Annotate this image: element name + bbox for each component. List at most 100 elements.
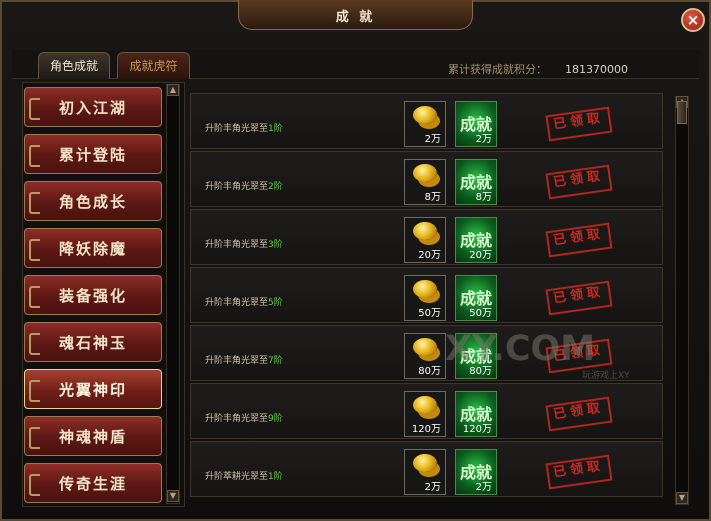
category-label: 神魂神盾 bbox=[58, 428, 127, 446]
achievement-title: 升阶丰角光翠至3阶 bbox=[205, 237, 283, 250]
coin-reward-slot[interactable]: 2万 bbox=[404, 101, 446, 147]
points-label: 累计获得成就积分： bbox=[448, 63, 547, 76]
achievement-reward-amount: 50万 bbox=[469, 308, 492, 319]
coin-reward-slot[interactable]: 50万 bbox=[404, 275, 446, 321]
points-value: 181370000 bbox=[565, 63, 628, 76]
category-button[interactable]: 初入江湖 bbox=[24, 87, 162, 127]
achievement-reward-amount: 2万 bbox=[475, 482, 492, 493]
claimed-stamp: 已领取 bbox=[545, 106, 613, 142]
category-button[interactable]: 传奇生涯 bbox=[24, 463, 162, 503]
window-title: 成 就 bbox=[335, 10, 376, 25]
category-label: 魂石神玉 bbox=[58, 334, 127, 352]
achievement-row: 升阶萃耕光翠至1阶 2万 成就 2万 已领取 bbox=[190, 441, 663, 497]
title-bar: 成 就 bbox=[238, 0, 473, 30]
category-label: 累计登陆 bbox=[58, 146, 127, 164]
category-label: 初入江湖 bbox=[58, 99, 127, 117]
gold-coin-icon bbox=[413, 222, 437, 240]
watermark-subtext: 玩游戏上XY bbox=[582, 371, 630, 381]
achievement-level: 5阶 bbox=[268, 298, 283, 308]
category-button[interactable]: 累计登陆 bbox=[24, 134, 162, 174]
achievement-title-prefix: 升阶丰角光翠至 bbox=[205, 182, 269, 192]
coin-reward-slot[interactable]: 2万 bbox=[404, 449, 446, 495]
coin-reward-amount: 50万 bbox=[418, 308, 441, 319]
coin-reward-amount: 2万 bbox=[424, 134, 441, 145]
achievement-title: 升阶丰角光翠至2阶 bbox=[205, 179, 283, 192]
close-icon: × bbox=[686, 11, 700, 29]
gold-coin-icon bbox=[413, 338, 437, 356]
category-scroll-down-icon[interactable]: ▼ bbox=[167, 490, 179, 502]
category-button[interactable]: 神魂神盾 bbox=[24, 416, 162, 456]
gold-coin-icon bbox=[413, 164, 437, 182]
achievement-points-summary: 累计获得成就积分： 181370000 bbox=[448, 61, 628, 77]
coin-reward-slot[interactable]: 20万 bbox=[404, 217, 446, 263]
achievement-row: 升阶丰角光翠至3阶 20万 成就 20万 已领取 bbox=[190, 209, 663, 265]
achievement-point-slot[interactable]: 成就 8万 bbox=[455, 159, 497, 205]
achievement-point-slot[interactable]: 成就 20万 bbox=[455, 217, 497, 263]
achievement-scrollbar[interactable] bbox=[675, 96, 689, 505]
achievement-point-slot[interactable]: 成就 2万 bbox=[455, 101, 497, 147]
category-button[interactable]: 角色成长 bbox=[24, 181, 162, 221]
category-scrollbar[interactable] bbox=[166, 84, 180, 504]
achievement-title: 升阶萃耕光翠至1阶 bbox=[205, 469, 283, 482]
achievement-title-prefix: 升阶丰角光翠至 bbox=[205, 240, 269, 250]
coin-reward-amount: 120万 bbox=[411, 424, 441, 435]
achievement-level: 7阶 bbox=[268, 356, 283, 366]
close-button[interactable]: × bbox=[681, 8, 705, 32]
achievement-row: 升阶丰角光翠至2阶 8万 成就 8万 已领取 bbox=[190, 151, 663, 207]
gold-coin-icon bbox=[413, 454, 437, 472]
coin-reward-slot[interactable]: 80万 bbox=[404, 333, 446, 379]
category-button[interactable]: 魂石神玉 bbox=[24, 322, 162, 362]
achievement-scroll-down-icon[interactable]: ▼ bbox=[676, 492, 688, 504]
coin-reward-amount: 2万 bbox=[424, 482, 441, 493]
achievement-reward-amount: 20万 bbox=[469, 250, 492, 261]
achievement-title-prefix: 升阶丰角光翠至 bbox=[205, 414, 269, 424]
achievement-title: 升阶丰角光翠至5阶 bbox=[205, 295, 283, 308]
tab-achievement-tokens[interactable]: 成就虎符 bbox=[117, 52, 190, 79]
achievement-row: 升阶丰角光翠至5阶 50万 成就 50万 已领取 bbox=[190, 267, 663, 323]
tab-character-achievements[interactable]: 角色成就 bbox=[38, 52, 110, 79]
achievement-point-slot[interactable]: 成就 50万 bbox=[455, 275, 497, 321]
achievement-level: 1阶 bbox=[268, 472, 283, 482]
achievement-reward-amount: 8万 bbox=[475, 192, 492, 203]
category-label: 传奇生涯 bbox=[58, 475, 127, 493]
achievement-level: 1阶 bbox=[268, 124, 283, 134]
category-label: 角色成长 bbox=[58, 193, 127, 211]
coin-reward-amount: 80万 bbox=[418, 366, 441, 377]
category-button-selected[interactable]: 光翼神印 bbox=[24, 369, 162, 409]
achievement-point-slot[interactable]: 成就 120万 bbox=[455, 391, 497, 437]
achievement-title: 升阶丰角光翠至7阶 bbox=[205, 353, 283, 366]
coin-reward-slot[interactable]: 120万 bbox=[404, 391, 446, 437]
category-label: 降妖除魔 bbox=[58, 240, 127, 258]
achievement-row: 升阶丰角光翠至1阶 2万 成就 2万 已领取 bbox=[190, 93, 663, 149]
achievement-title-prefix: 升阶丰角光翠至 bbox=[205, 124, 269, 134]
category-label: 装备强化 bbox=[58, 287, 127, 305]
achievement-title-prefix: 升阶丰角光翠至 bbox=[205, 356, 269, 366]
category-button[interactable]: 降妖除魔 bbox=[24, 228, 162, 268]
achievement-list: 升阶丰角光翠至1阶 2万 成就 2万 已领取 升阶丰角光翠至2阶 8万 成就 8万 … bbox=[190, 93, 663, 507]
category-label: 光翼神印 bbox=[58, 381, 127, 399]
achievement-point-slot[interactable]: 成就 2万 bbox=[455, 449, 497, 495]
claimed-stamp: 已领取 bbox=[545, 454, 613, 490]
claimed-stamp: 已领取 bbox=[545, 222, 613, 258]
achievement-title: 升阶丰角光翠至1阶 bbox=[205, 121, 283, 134]
category-button[interactable]: 装备强化 bbox=[24, 275, 162, 315]
achievement-level: 9阶 bbox=[268, 414, 283, 424]
watermark-logo: XY.COM bbox=[445, 329, 596, 369]
gold-coin-icon bbox=[413, 106, 437, 124]
claimed-stamp: 已领取 bbox=[545, 396, 613, 432]
achievement-title-prefix: 升阶萃耕光翠至 bbox=[205, 472, 269, 482]
achievement-scroll-thumb[interactable] bbox=[677, 101, 687, 124]
coin-reward-amount: 8万 bbox=[424, 192, 441, 203]
achievement-title: 升阶丰角光翠至9阶 bbox=[205, 411, 283, 424]
achievement-title-prefix: 升阶丰角光翠至 bbox=[205, 298, 269, 308]
achievement-reward-amount: 120万 bbox=[462, 424, 492, 435]
tab-label: 角色成就 bbox=[49, 59, 98, 73]
tab-label: 成就虎符 bbox=[129, 59, 178, 73]
coin-reward-slot[interactable]: 8万 bbox=[404, 159, 446, 205]
achievement-level: 2阶 bbox=[268, 182, 283, 192]
coin-reward-amount: 20万 bbox=[418, 250, 441, 261]
category-scroll-up-icon[interactable]: ▲ bbox=[167, 84, 179, 96]
achievement-level: 3阶 bbox=[268, 240, 283, 250]
achievement-row: 升阶丰角光翠至9阶 120万 成就 120万 已领取 bbox=[190, 383, 663, 439]
achievement-reward-amount: 2万 bbox=[475, 134, 492, 145]
